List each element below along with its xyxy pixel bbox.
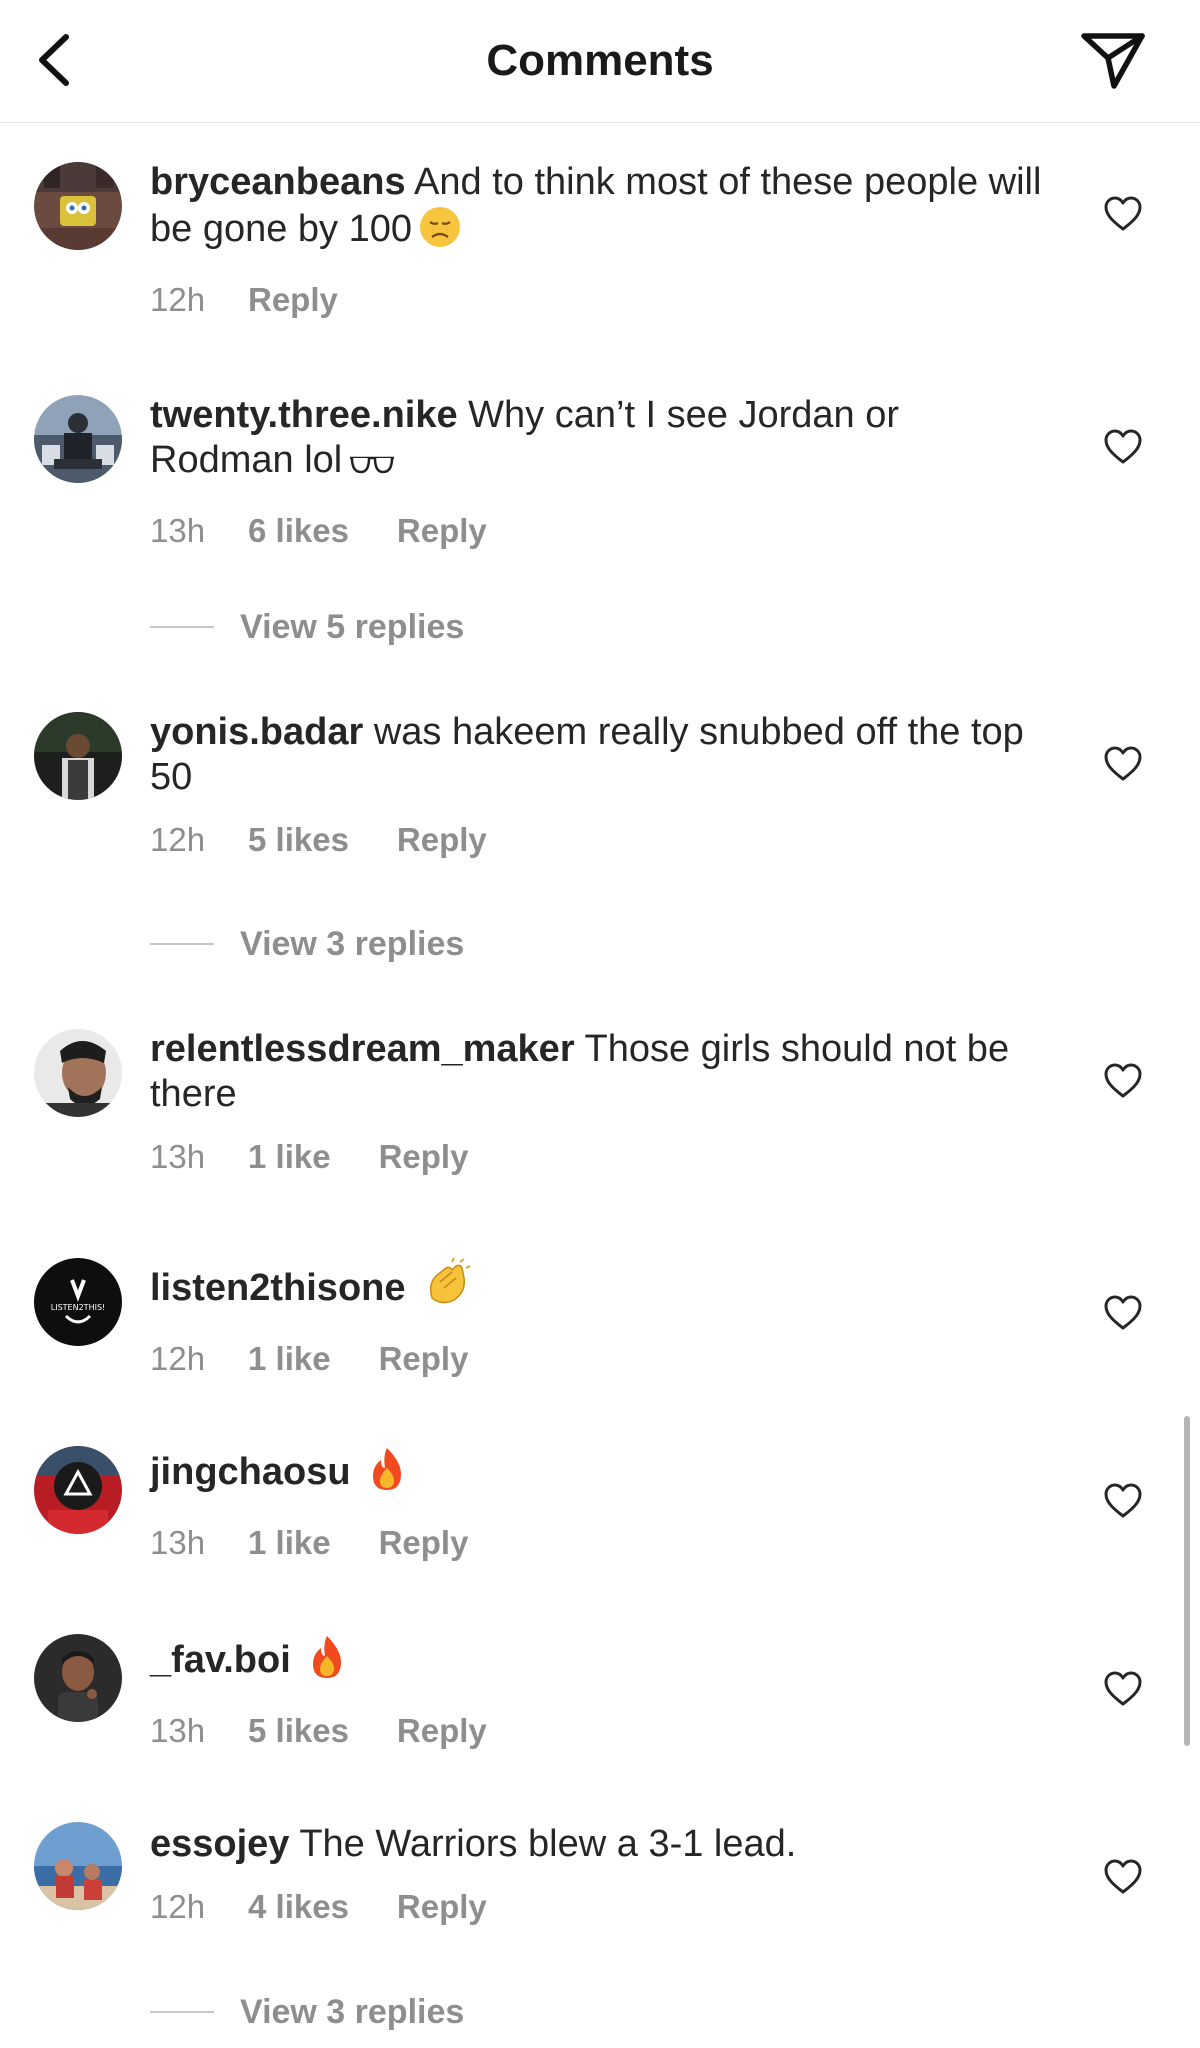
comment-text: bryceanbeans And to think most of these … [150, 160, 1050, 260]
share-button[interactable] [1078, 28, 1148, 92]
divider-line [150, 626, 214, 628]
comment-username[interactable]: relentlessdream_maker [150, 1028, 575, 1070]
heart-icon[interactable] [1104, 1295, 1142, 1331]
likes-count[interactable]: 1 like [248, 1521, 331, 1565]
avatar[interactable]: LISTEN2THIS! [34, 1258, 122, 1346]
scrollbar[interactable] [1184, 1416, 1190, 1746]
comment-username[interactable]: listen2thisone [150, 1267, 406, 1309]
comment-username[interactable]: _fav.boi [150, 1639, 291, 1681]
reply-button[interactable]: Reply [379, 1337, 469, 1381]
comment-text: listen2thisone [150, 1257, 1050, 1319]
reply-button[interactable]: Reply [397, 1709, 487, 1753]
paper-plane-icon [1081, 33, 1145, 89]
view-replies-label: View 5 replies [240, 607, 465, 646]
clapping-hands-emoji [422, 1257, 472, 1319]
comment-time: 13h [150, 1712, 206, 1749]
avatar[interactable] [34, 1029, 122, 1117]
back-button[interactable] [26, 28, 80, 92]
comment-time: 13h [150, 1524, 206, 1561]
likes-count[interactable]: 4 likes [248, 1885, 349, 1929]
avatar[interactable] [34, 1446, 122, 1534]
view-replies-button[interactable]: View 3 replies [150, 1990, 464, 2034]
view-replies-label: View 3 replies [240, 924, 465, 963]
reply-button[interactable]: Reply [379, 1521, 469, 1565]
comment-meta: 12h Reply [150, 278, 1050, 322]
comment-username[interactable]: bryceanbeans [150, 161, 406, 203]
comment-text: twenty.three.nike Why can’t I see Jordan… [150, 393, 1050, 491]
comment-text: yonis.badar was hakeem really snubbed of… [150, 710, 1050, 800]
likes-count[interactable]: 6 likes [248, 509, 349, 553]
comment-username[interactable]: yonis.badar [150, 711, 363, 753]
page-title: Comments [486, 36, 714, 85]
avatar[interactable] [34, 162, 122, 250]
comment-meta: 12h 4 likes Reply [150, 1885, 1050, 1929]
likes-count[interactable]: 1 like [248, 1337, 331, 1381]
view-replies-button[interactable]: View 5 replies [150, 605, 464, 649]
likes-count[interactable]: 5 likes [248, 1709, 349, 1753]
heart-icon[interactable] [1104, 1483, 1142, 1519]
comment-username[interactable]: jingchaosu [150, 1451, 351, 1493]
comment-meta: 13h 1 like Reply [150, 1135, 1050, 1179]
comment-text: relentlessdream_maker Those girls should… [150, 1027, 1050, 1117]
avatar[interactable] [34, 1634, 122, 1722]
comment-text: essojey The Warriors blew a 3-1 lead. [150, 1822, 1050, 1867]
fire-emoji [307, 1634, 347, 1691]
divider-line [150, 943, 214, 945]
heart-icon[interactable] [1104, 429, 1142, 465]
view-replies-label: View 3 replies [240, 1992, 465, 2031]
comment-time: 12h [150, 821, 206, 858]
comment-username[interactable]: essojey [150, 1823, 289, 1865]
avatar[interactable] [34, 395, 122, 483]
comment-time: 12h [150, 1340, 206, 1377]
comment-message: The Warriors blew a 3-1 lead. [299, 1823, 797, 1865]
header-bar: Comments [0, 0, 1200, 123]
chevron-left-icon [39, 34, 69, 86]
comment-text: jingchaosu [150, 1446, 1050, 1503]
heart-icon[interactable] [1104, 1063, 1142, 1099]
avatar-logo-text: LISTEN2THIS! [51, 1303, 105, 1312]
heart-icon[interactable] [1104, 1671, 1142, 1707]
likes-count[interactable]: 1 like [248, 1135, 331, 1179]
divider-line [150, 2011, 214, 2013]
comment-time: 12h [150, 1888, 206, 1925]
heart-icon[interactable] [1104, 196, 1142, 232]
heart-icon[interactable] [1104, 1859, 1142, 1895]
reply-button[interactable]: Reply [248, 278, 338, 322]
comment-time: 13h [150, 512, 206, 549]
avatar[interactable] [34, 712, 122, 800]
glasses-emoji [348, 446, 396, 491]
reply-button[interactable]: Reply [397, 818, 487, 862]
reply-button[interactable]: Reply [397, 1885, 487, 1929]
comment-username[interactable]: twenty.three.nike [150, 394, 458, 436]
comment-meta: 12h 1 like Reply [150, 1337, 1050, 1381]
reply-button[interactable]: Reply [397, 509, 487, 553]
comment-meta: 13h 5 likes Reply [150, 1709, 1050, 1753]
avatar[interactable] [34, 1822, 122, 1910]
comment-meta: 12h 5 likes Reply [150, 818, 1050, 862]
comment-time: 12h [150, 281, 206, 318]
likes-count[interactable]: 5 likes [248, 818, 349, 862]
comment-time: 13h [150, 1138, 206, 1175]
comment-meta: 13h 1 like Reply [150, 1521, 1050, 1565]
comment-text: _fav.boi [150, 1634, 1050, 1691]
disappointed-face-emoji [418, 205, 462, 260]
comment-meta: 13h 6 likes Reply [150, 509, 1050, 553]
heart-icon[interactable] [1104, 746, 1142, 782]
view-replies-button[interactable]: View 3 replies [150, 922, 464, 966]
reply-button[interactable]: Reply [379, 1135, 469, 1179]
fire-emoji [367, 1446, 407, 1503]
